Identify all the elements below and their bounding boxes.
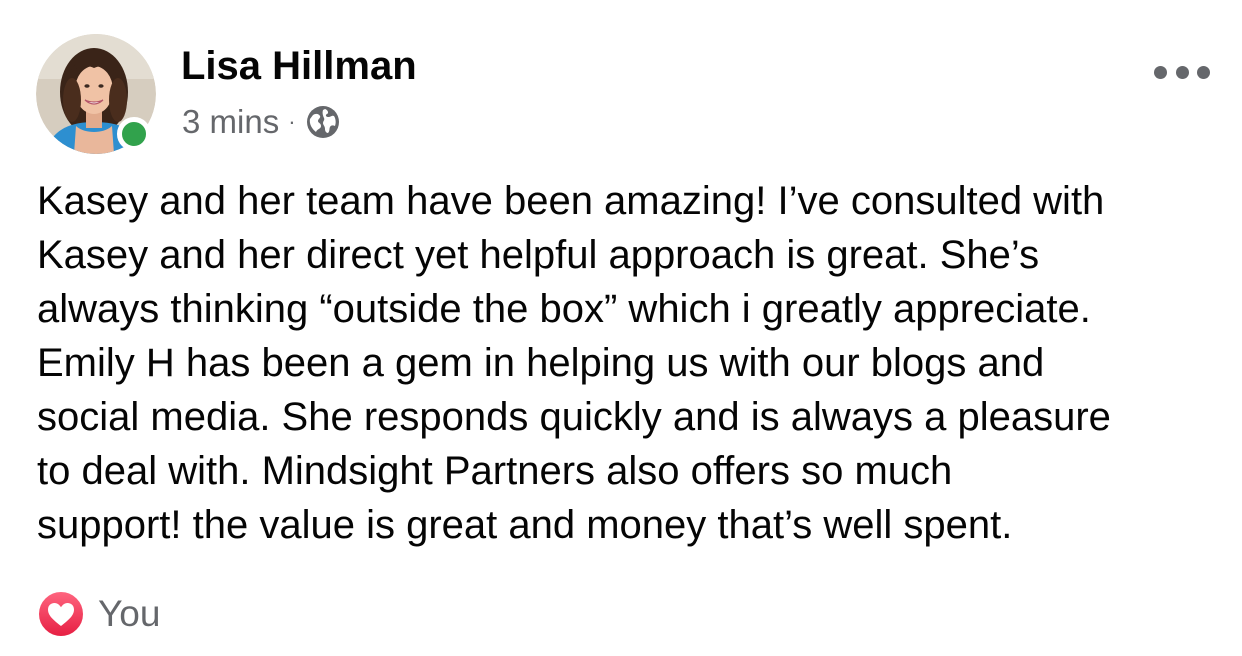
post-body-line: to deal with. Mindsight Partners also of… (37, 449, 953, 493)
post-body-line: Kasey and her team have been amazing! I’… (37, 179, 1105, 223)
more-options-button[interactable] (1154, 58, 1210, 86)
post-body-line: support! the value is great and money th… (37, 503, 1013, 547)
author-name[interactable]: Lisa Hillman (181, 42, 417, 90)
more-dot (1154, 65, 1167, 79)
post-body: Kasey and her team have been amazing! I’… (37, 174, 1217, 552)
post-body-line: Emily H has been a gem in helping us wit… (37, 341, 1045, 385)
more-dot (1175, 65, 1189, 79)
meta-separator: · (288, 109, 296, 134)
post-timestamp[interactable]: 3 mins (182, 103, 279, 141)
reaction-summary[interactable]: You (36, 589, 160, 639)
reactor-label: You (98, 593, 161, 634)
author-avatar-wrapper[interactable] (36, 34, 156, 154)
post-body-line: social media. She responds quickly and i… (37, 395, 1111, 439)
more-dot (1197, 65, 1210, 79)
post-card: Lisa Hillman 3 mins · Kasey and her team… (0, 0, 1242, 656)
love-reaction-icon (37, 590, 85, 638)
globe-icon[interactable] (305, 104, 341, 140)
post-body-line: always thinking “outside the box” which … (37, 287, 1091, 331)
post-body-line: Kasey and her direct yet helpful approac… (37, 233, 1040, 277)
online-status-indicator (117, 117, 151, 151)
post-meta: 3 mins · (182, 100, 341, 144)
